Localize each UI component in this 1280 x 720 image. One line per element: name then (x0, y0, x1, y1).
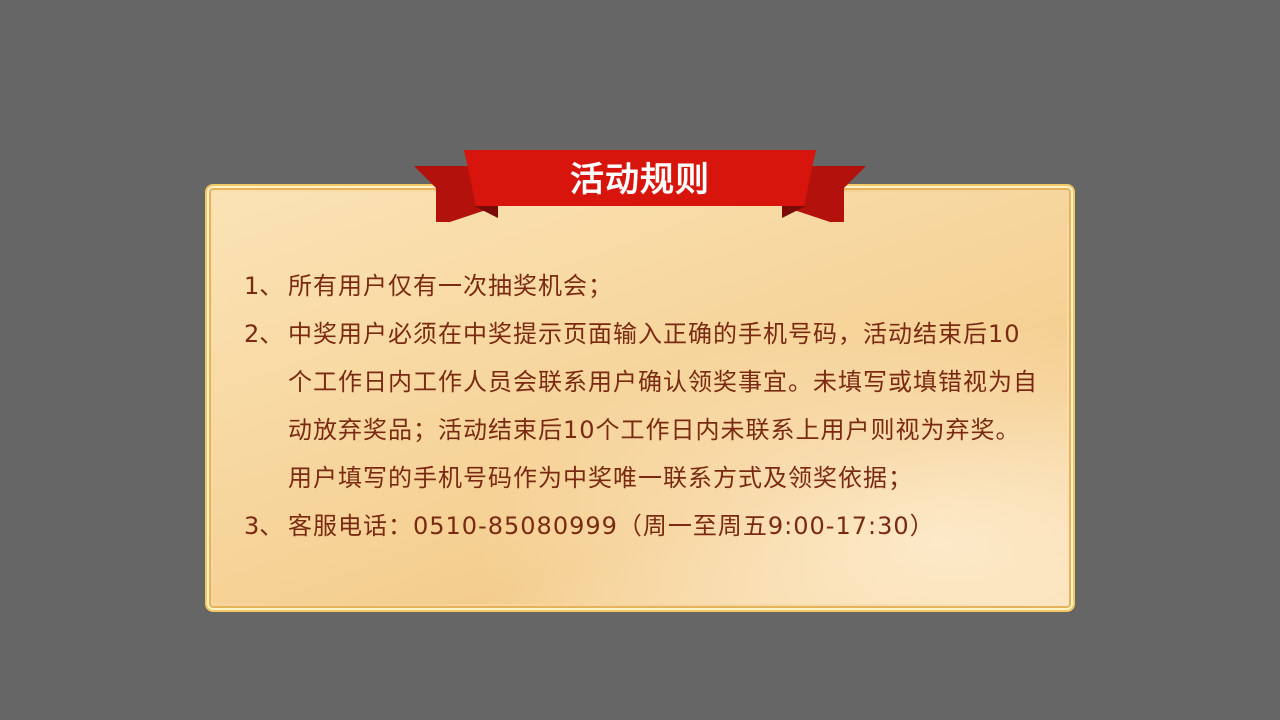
title-ribbon: 活动规则 (414, 148, 866, 226)
rule-text: 中奖用户必须在中奖提示页面输入正确的手机号码，活动结束后10个工作日内工作人员会… (288, 320, 1038, 492)
rules-list: 1、 所有用户仅有一次抽奖机会； 2、 中奖用户必须在中奖提示页面输入正确的手机… (244, 262, 1044, 550)
rule-item-3: 3、 客服电话：0510-85080999（周一至周五9:00-17:30） (244, 502, 1044, 550)
screen: 活动规则 1、 所有用户仅有一次抽奖机会； 2、 中奖用户必须在中奖提示页面输入… (0, 0, 1280, 720)
rule-text: 客服电话：0510-85080999（周一至周五9:00-17:30） (288, 512, 935, 540)
rule-item-2: 2、 中奖用户必须在中奖提示页面输入正确的手机号码，活动结束后10个工作日内工作… (244, 310, 1044, 502)
rule-number: 3、 (244, 512, 284, 540)
page-title: 活动规则 (570, 160, 710, 200)
rule-number: 2、 (244, 320, 284, 348)
rule-text: 所有用户仅有一次抽奖机会； (288, 272, 613, 300)
rule-number: 1、 (244, 272, 284, 300)
rule-item-1: 1、 所有用户仅有一次抽奖机会； (244, 262, 1044, 310)
